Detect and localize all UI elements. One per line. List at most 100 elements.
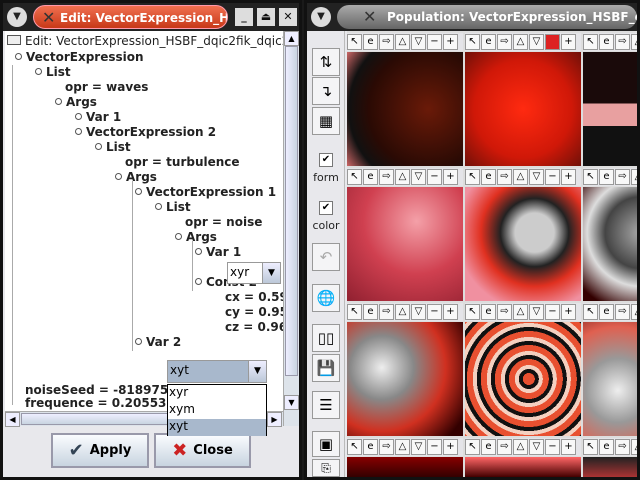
tree-handle-icon[interactable] (135, 188, 142, 195)
cell-tool-button[interactable]: ▽ (411, 439, 426, 455)
export-icon[interactable]: ⎘ (312, 459, 340, 477)
cell-tool-button[interactable]: ⇨ (497, 169, 512, 185)
tree-node[interactable]: Args (115, 170, 157, 184)
tree-handle-icon[interactable] (75, 113, 82, 120)
generated-image[interactable] (583, 52, 637, 166)
generated-image[interactable] (347, 322, 463, 436)
cell-tool-button[interactable]: e (599, 34, 614, 50)
cell-tool-button[interactable]: + (443, 169, 458, 185)
population-cell[interactable]: ↖e⇨△▽−+ (465, 438, 581, 477)
cell-tool-button[interactable]: △ (395, 304, 410, 320)
cell-tool-button[interactable]: ⇨ (379, 439, 394, 455)
cell-tool-button[interactable]: + (443, 439, 458, 455)
noise-seed-node[interactable]: noiseSeed = -8189756 (25, 383, 177, 397)
tree-handle-icon[interactable] (95, 143, 102, 150)
grid-pages-icon[interactable]: ▦ (312, 107, 340, 135)
tree-node[interactable]: Var 2 (135, 335, 181, 349)
copy-down-icon[interactable]: ↴ (312, 77, 340, 105)
tree-node[interactable]: List (155, 200, 191, 214)
tree-node[interactable]: VectorExpression 1 (135, 185, 276, 199)
tree-node[interactable]: Args (55, 95, 97, 109)
tree-node[interactable]: Var 1 (195, 245, 241, 259)
cell-tool-button[interactable]: ⇨ (615, 169, 630, 185)
cell-tool-button[interactable]: e (599, 439, 614, 455)
tree-node[interactable]: VectorExpression 2 (75, 125, 216, 139)
cell-tool-button[interactable]: ⇨ (615, 34, 630, 50)
cell-tool-button[interactable]: ▽ (529, 439, 544, 455)
cell-tool-button[interactable]: e (481, 304, 496, 320)
cell-tool-button[interactable]: e (363, 34, 378, 50)
dropdown-option[interactable]: xym (168, 402, 266, 419)
tree-root[interactable]: Edit: VectorExpression_HSBF_dqic2fik_dqi… (7, 34, 283, 48)
population-cell[interactable]: ↖e⇨△▽−+ (583, 33, 637, 167)
save-icon[interactable]: 💾 (312, 354, 340, 382)
title-bar[interactable]: ▼ ✕Population: VectorExpression_HSBF_dqi… (307, 3, 637, 31)
close-button[interactable]: ✖ Close (154, 433, 251, 468)
tree-handle-icon[interactable] (135, 338, 142, 345)
h-scroll-thumb[interactable] (21, 413, 171, 425)
tree-node[interactable]: Args (175, 230, 217, 244)
swap-pages-icon[interactable]: ⇅ (312, 48, 340, 76)
cell-tool-button[interactable]: ↖ (347, 439, 362, 455)
generated-image[interactable] (465, 52, 581, 166)
cell-tool-button[interactable]: e (481, 169, 496, 185)
window-menu-button[interactable]: ▼ (311, 7, 331, 27)
scroll-down-button[interactable]: ▼ (284, 395, 299, 410)
dropdown-option[interactable]: xyr (168, 385, 266, 402)
cell-tool-button[interactable]: + (561, 304, 576, 320)
population-cell[interactable]: ↖e⇨△▽−+ (465, 303, 581, 437)
cell-tool-button[interactable]: ↖ (465, 34, 480, 50)
population-cell[interactable]: ↖e⇨△▽−+ (583, 168, 637, 302)
cell-tool-button[interactable]: ⇨ (379, 34, 394, 50)
cell-tool-button[interactable]: ↖ (465, 304, 480, 320)
cell-tool-button[interactable]: e (599, 169, 614, 185)
generated-image[interactable] (347, 187, 463, 301)
tree-handle-icon[interactable] (195, 248, 202, 255)
image-icon[interactable]: ▣ (312, 431, 340, 457)
cell-tool-button[interactable]: ↖ (583, 304, 598, 320)
cell-tool-button[interactable]: e (363, 304, 378, 320)
generated-image[interactable] (465, 187, 581, 301)
tree-handle-icon[interactable] (35, 68, 42, 75)
cell-tool-button[interactable]: ⇨ (497, 304, 512, 320)
cell-tool-button[interactable]: e (363, 439, 378, 455)
cell-tool-button[interactable]: e (481, 34, 496, 50)
tree-node[interactable]: opr = waves (65, 80, 148, 94)
cell-tool-button[interactable]: ▽ (411, 304, 426, 320)
population-cell[interactable]: ↖e⇨△▽−+ (583, 438, 637, 477)
cell-tool-button[interactable]: ↖ (347, 304, 362, 320)
cell-tool-button[interactable]: − (427, 304, 442, 320)
vertical-scrollbar[interactable]: ▲ ▼ (283, 31, 299, 426)
cell-tool-button[interactable]: − (427, 169, 442, 185)
cell-tool-button[interactable]: △ (631, 169, 637, 185)
tree-handle-icon[interactable] (175, 233, 182, 240)
tree-node[interactable]: opr = turbulence (125, 155, 240, 169)
cell-tool-button[interactable]: △ (513, 439, 528, 455)
cell-tool-button[interactable]: − (545, 169, 560, 185)
cell-tool-button[interactable]: + (561, 34, 576, 50)
var1-combo[interactable]: xyr ▼ (227, 262, 281, 284)
document-icon[interactable]: ☰ (312, 391, 340, 419)
scroll-up-button[interactable]: ▲ (284, 31, 299, 46)
scroll-left-button[interactable]: ◀ (5, 412, 20, 427)
population-cell[interactable]: ↖e⇨△▽−+ (347, 33, 463, 167)
population-cell[interactable]: ↖e⇨△▽−+ (347, 303, 463, 437)
tree-handle-icon[interactable] (75, 128, 82, 135)
title-bar[interactable]: ▼ ✕Edit: VectorExpression_HSBF_ _ ⏏ ✕ (3, 3, 299, 31)
cell-tool-button[interactable]: ↖ (583, 34, 598, 50)
var2-combo[interactable]: xyt ▼ (167, 360, 267, 383)
cell-tool-button[interactable]: ▽ (529, 304, 544, 320)
scroll-right-button[interactable]: ▶ (267, 412, 282, 427)
generated-image[interactable] (347, 457, 463, 477)
tree-node[interactable]: Var 1 (75, 110, 121, 124)
color-checkbox[interactable]: ✔ (319, 201, 333, 215)
form-checkbox[interactable]: ✔ (319, 153, 333, 167)
cell-tool-button[interactable]: △ (513, 304, 528, 320)
close-window-button[interactable]: ✕ (279, 8, 297, 26)
chevron-down-icon[interactable]: ▼ (248, 361, 266, 382)
expression-tree[interactable]: Edit: VectorExpression_HSBF_dqic2fik_dqi… (5, 31, 283, 411)
generated-image[interactable] (583, 187, 637, 301)
tree-handle-icon[interactable] (195, 278, 202, 285)
generated-image[interactable] (347, 52, 463, 166)
var2-dropdown-list[interactable]: xyr xym xyt (167, 384, 267, 436)
